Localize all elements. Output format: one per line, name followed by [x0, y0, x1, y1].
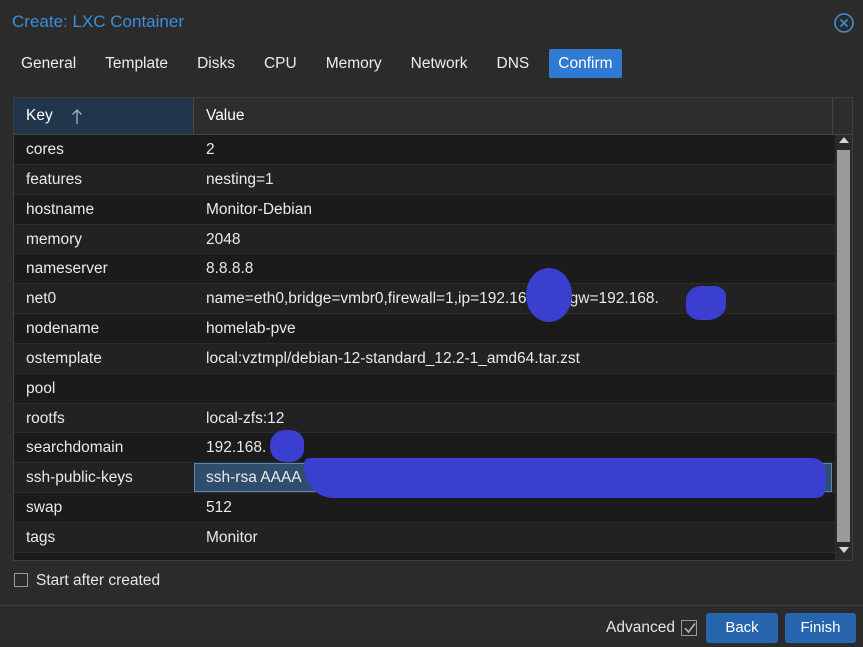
tab-template[interactable]: Template [96, 49, 177, 78]
row-value: local:vztmpl/debian-12-standard_12.2-1_a… [206, 349, 580, 367]
row-key: memory [26, 230, 82, 248]
advanced-label: Advanced [606, 619, 675, 636]
start-after-created-label: Start after created [36, 572, 161, 589]
redaction-mark [270, 430, 304, 462]
tab-cpu[interactable]: CPU [255, 49, 306, 78]
scroll-down-arrow-icon[interactable] [839, 547, 849, 553]
row-value: 512 [206, 499, 232, 517]
row-value: 8.8.8.8 [206, 260, 254, 278]
finish-button[interactable]: Finish [785, 613, 856, 643]
table-row[interactable]: cores 2 [14, 135, 835, 165]
tab-disks[interactable]: Disks [188, 49, 244, 78]
table-row[interactable]: nameserver 8.8.8.8 [14, 254, 835, 285]
table-row[interactable]: features nesting=1 [14, 164, 835, 195]
redaction-mark [304, 458, 826, 498]
row-key: hostname [26, 200, 95, 218]
footer-divider [0, 605, 863, 606]
row-key: swap [26, 499, 63, 517]
wizard-tabs: General Template Disks CPU Memory Networ… [12, 49, 633, 78]
vertical-scrollbar[interactable] [835, 135, 852, 560]
redaction-mark [686, 286, 726, 320]
tab-confirm[interactable]: Confirm [549, 49, 622, 78]
window-title: Create: LXC Container [12, 12, 184, 31]
window-titlebar: Create: LXC Container [0, 0, 863, 44]
row-value: name=eth0,bridge=vmbr0,firewall=1,ip=192… [206, 290, 659, 308]
row-key: ostemplate [26, 349, 102, 367]
table-row[interactable]: pool [14, 373, 835, 404]
scroll-up-arrow-icon[interactable] [839, 137, 849, 143]
column-value-label: Value [206, 107, 245, 124]
tab-dns[interactable]: DNS [488, 49, 539, 78]
tab-network[interactable]: Network [402, 49, 477, 78]
row-key: features [26, 170, 83, 188]
redaction-mark [526, 268, 572, 322]
row-key: nameserver [26, 260, 108, 278]
grid-header: Key Value [14, 98, 852, 135]
row-value: homelab-pve [206, 320, 296, 338]
row-key: cores [26, 141, 64, 158]
row-value: 192.168. [206, 439, 267, 457]
column-header-value[interactable]: Value [194, 98, 833, 134]
back-button[interactable]: Back [706, 613, 778, 643]
row-value: Monitor-Debian [206, 200, 312, 218]
column-key-label: Key [26, 107, 53, 124]
table-row[interactable]: tags Monitor [14, 522, 835, 553]
row-key: rootfs [26, 409, 65, 427]
checkmark-icon [684, 623, 696, 634]
close-icon[interactable] [833, 12, 855, 34]
table-row[interactable]: ostemplate local:vztmpl/debian-12-standar… [14, 343, 835, 374]
row-value: 2048 [206, 230, 241, 248]
column-header-key[interactable]: Key [14, 98, 194, 134]
row-value: nesting=1 [206, 170, 274, 188]
arrow-up-icon [71, 107, 83, 125]
row-key: ssh-public-keys [26, 469, 133, 487]
tab-memory[interactable]: Memory [317, 49, 391, 78]
row-value: local-zfs:12 [206, 409, 285, 427]
table-row[interactable]: memory 2048 [14, 224, 835, 255]
row-key: tags [26, 528, 56, 546]
table-row[interactable]: hostname Monitor-Debian [14, 194, 835, 225]
row-key: nodename [26, 320, 100, 338]
row-value: Monitor [206, 528, 258, 546]
row-key: net0 [26, 290, 57, 308]
row-key: searchdomain [26, 439, 124, 457]
scroll-thumb[interactable] [837, 150, 850, 542]
row-value: ssh-rsa AAAA [206, 469, 302, 487]
row-value: 2 [206, 141, 215, 158]
start-after-created-checkbox[interactable] [14, 573, 28, 587]
advanced-checkbox[interactable] [681, 620, 697, 636]
tab-general[interactable]: General [12, 49, 85, 78]
row-key: pool [26, 379, 56, 397]
table-row[interactable]: rootfs local-zfs:12 [14, 403, 835, 434]
